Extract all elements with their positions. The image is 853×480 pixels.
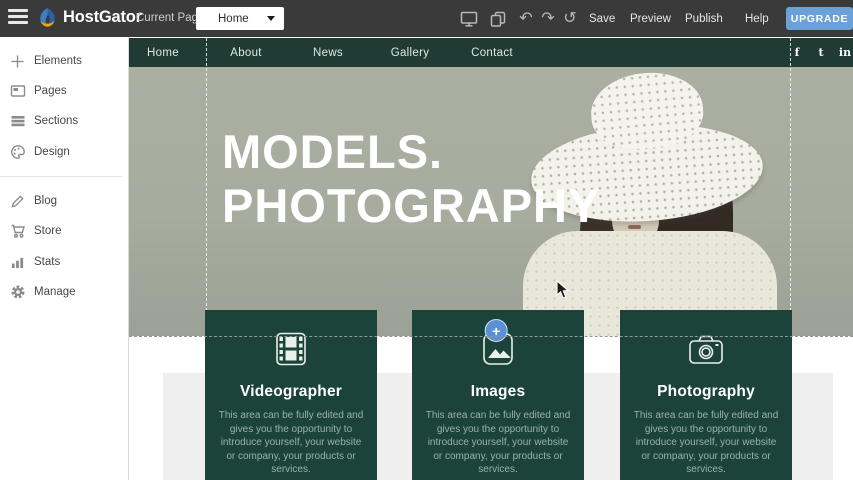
card-title: Photography [620,383,792,401]
sidebar-item-label: Sections [34,115,78,127]
add-image-badge-icon[interactable]: + [485,319,508,342]
hero-title[interactable]: MODELS. PHOTOGRAPHY [222,125,600,233]
hero-title-line1: MODELS. [222,125,600,179]
hamburger-menu-icon[interactable] [8,9,30,28]
hostgator-website-builder: HostGator Current Page: Home ↶ ↷ ↺ Save … [0,0,853,480]
plus-icon [9,53,26,70]
sidebar-item-store[interactable]: Store [0,220,122,242]
sidebar-item-label: Store [34,225,62,237]
site-nav-home[interactable]: Home [147,38,179,67]
sidebar-item-label: Design [34,146,70,158]
chevron-down-icon [267,16,275,21]
help-button[interactable]: Help [745,0,769,37]
undo-icon[interactable]: ↶ [515,0,537,37]
upgrade-button[interactable]: UPGRADE [786,7,853,30]
sidebar-item-pages[interactable]: Pages [0,80,122,102]
editor-guide-right [790,38,791,336]
bar-chart-icon [9,254,26,271]
facebook-icon[interactable]: f [795,38,800,67]
preview-button[interactable]: Preview [630,0,671,37]
editor-guide-section-bottom [129,336,853,337]
sidebar-item-elements[interactable]: Elements [0,50,122,72]
editor-sidebar: Elements Pages Sections Design [0,37,129,480]
site-nav-about[interactable]: About [230,38,262,67]
sidebar-item-stats[interactable]: Stats [0,251,122,273]
save-button[interactable]: Save [589,0,615,37]
card-description: This area can be fully edited and gives … [216,409,366,477]
brand-name: HostGator [63,8,142,27]
redo-icon[interactable]: ↷ [537,0,559,37]
model-photo-lips [628,225,641,229]
pencil-icon [9,193,26,210]
sidebar-item-design[interactable]: Design [0,141,122,163]
site-preview-canvas: Home About News Gallery Contact f t in M… [129,37,853,480]
image-plus-icon: + [412,328,584,370]
card-description: This area can be fully edited and gives … [423,409,573,477]
publish-button[interactable]: Publish [685,0,723,37]
desktop-preview-icon[interactable] [458,0,480,37]
site-nav-gallery[interactable]: Gallery [391,38,430,67]
page-select-dropdown[interactable]: Home [196,7,284,30]
hero-title-line2: PHOTOGRAPHY [222,179,600,233]
camera-icon [620,328,792,370]
site-navbar: Home About News Gallery Contact f t in [129,38,853,67]
sidebar-divider [0,176,122,177]
twitter-icon[interactable]: t [818,38,823,67]
cart-icon [9,223,26,240]
card-title: Images [412,383,584,401]
mobile-preview-icon[interactable] [487,0,509,37]
gator-logo-icon [36,6,59,29]
page-icon [9,83,26,100]
sidebar-item-label: Pages [34,85,67,97]
hostgator-logo: HostGator [36,6,142,29]
mouse-cursor [556,280,570,300]
card-title: Videographer [205,383,377,401]
palette-icon [9,144,26,161]
sidebar-item-label: Blog [34,195,57,207]
sidebar-item-label: Manage [34,286,76,298]
sidebar-item-manage[interactable]: Manage [0,281,122,303]
editor-guide-left [206,38,207,336]
film-icon [205,328,377,370]
sidebar-item-label: Elements [34,55,82,67]
site-nav-news[interactable]: News [313,38,343,67]
editor-topbar: HostGator Current Page: Home ↶ ↷ ↺ Save … [0,0,853,37]
page-select-value: Home [218,13,249,25]
sidebar-item-label: Stats [34,256,60,268]
hero-section[interactable]: MODELS. PHOTOGRAPHY [129,67,853,336]
site-nav-contact[interactable]: Contact [471,38,513,67]
gear-icon [9,284,26,301]
sidebar-item-blog[interactable]: Blog [0,190,122,212]
card-description: This area can be fully edited and gives … [631,409,781,477]
history-icon[interactable]: ↺ [559,0,581,37]
sidebar-item-sections[interactable]: Sections [0,110,122,132]
linkedin-icon[interactable]: in [839,38,851,67]
sections-icon [9,113,26,130]
